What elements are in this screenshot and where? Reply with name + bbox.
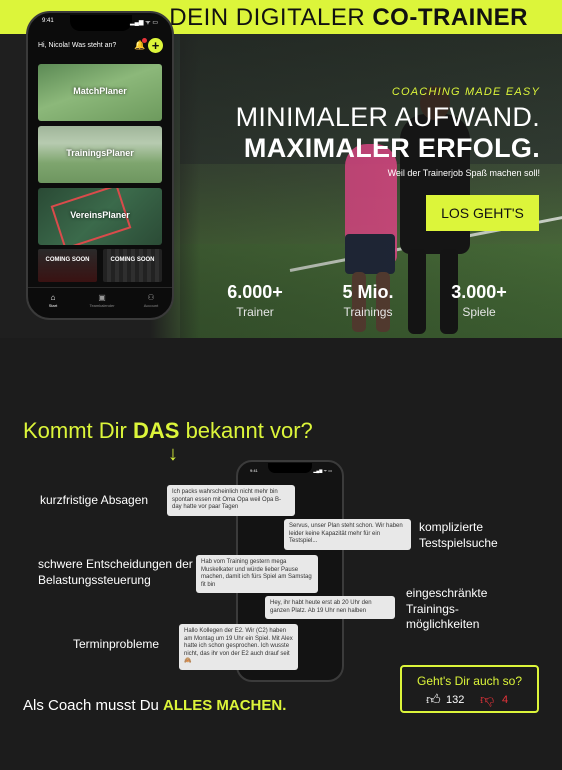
coming-soon-tile: COMING SOON bbox=[103, 249, 162, 282]
coming-soon-label: COMING SOON bbox=[45, 257, 90, 263]
stat-value: 5 Mio. bbox=[342, 282, 394, 302]
stat-trainer: 6.000+ Trainer bbox=[205, 282, 305, 319]
tab-teamkalender[interactable]: ▣ Teamkalender bbox=[82, 293, 122, 308]
tab-label: Start bbox=[48, 303, 58, 308]
pain-point-label: Terminprobleme bbox=[73, 637, 160, 651]
tab-label: Teamkalender bbox=[89, 303, 115, 308]
calendar-icon: ▣ bbox=[98, 293, 106, 302]
card-trainingsplaner[interactable]: TrainingsPlaner bbox=[38, 126, 162, 183]
stat-spiele: 3.000+ Spiele bbox=[429, 282, 529, 319]
coach-statement: Als Coach musst Du ALLES MACHEN. bbox=[23, 697, 286, 714]
question-post: bekannt vor? bbox=[179, 418, 313, 443]
phone-status-icons: ▂▄▆ ᯤ ▭ bbox=[130, 20, 158, 26]
tab-start[interactable]: ⌂ Start bbox=[33, 293, 73, 308]
reaction-poll: Geht's Dir auch so? 👍︎ 132 👎︎ 4 bbox=[400, 665, 539, 713]
coach-bold: ALLES MACHEN. bbox=[163, 697, 287, 714]
pain-point-label: schwere Entscheidungen der Belastungsste… bbox=[38, 557, 193, 587]
card-label: MatchPlaner bbox=[73, 86, 127, 96]
stat-trainings: 5 Mio. Trainings bbox=[318, 282, 418, 319]
pain-point-label: komplizierte Testspielsuche bbox=[419, 520, 498, 550]
hero-headline-bold: MAXIMALER ERFOLG. bbox=[243, 133, 540, 163]
stat-value: 3.000+ bbox=[451, 282, 507, 302]
stat-label: Trainer bbox=[236, 305, 274, 319]
tab-account[interactable]: ⚇ Account bbox=[131, 293, 171, 308]
hero-subline: Weil der Trainerjob Spaß machen soll! bbox=[387, 168, 540, 178]
add-button[interactable]: + bbox=[148, 38, 163, 53]
thumbs-up-count: 132 bbox=[446, 694, 465, 706]
phone-time: 9:41 bbox=[250, 468, 258, 473]
pain-point-label: eingeschränkte Trainings-möglichkeiten bbox=[406, 586, 488, 632]
chat-bubble: Hey, ihr habt heute erst ab 20 Uhr den g… bbox=[265, 596, 395, 619]
chat-bubble: Hab vom Training gestern mega Muskelkate… bbox=[196, 555, 318, 593]
coach-pre: Als Coach musst Du bbox=[23, 697, 164, 714]
pain-point-label: kurzfristige Absagen bbox=[40, 493, 149, 507]
thumbs-up-icon[interactable]: 👍︎ bbox=[426, 691, 441, 708]
section-question: Kommt Dir DAS bekannt vor? bbox=[23, 418, 313, 444]
tab-bar: ⌂ Start ▣ Teamkalender ⚇ Account bbox=[28, 287, 172, 318]
question-pre: Kommt Dir bbox=[23, 418, 133, 443]
chat-bubble: Servus, unser Plan steht schon. Wir habe… bbox=[284, 519, 411, 550]
stat-label: Spiele bbox=[462, 305, 496, 319]
brand-title: DEIN DIGITALER CO-TRAINER bbox=[169, 4, 528, 32]
hero-headline-light: MINIMALER AUFWAND. bbox=[235, 102, 540, 132]
hero-tagline: COACHING MADE EASY bbox=[391, 86, 540, 98]
phone-status-icons: ▂▄▆ ᯤ ▭ bbox=[313, 468, 332, 473]
thumbs-down-count: 4 bbox=[502, 694, 509, 706]
brand-bold: CO-TRAINER bbox=[372, 4, 528, 31]
user-icon: ⚇ bbox=[147, 293, 155, 302]
coming-soon-tile: COMING SOON bbox=[38, 249, 97, 282]
phone-notch bbox=[70, 15, 132, 31]
card-matchplaner[interactable]: MatchPlaner bbox=[38, 64, 162, 121]
stat-label: Trainings bbox=[343, 305, 393, 319]
coming-soon-label: COMING SOON bbox=[110, 257, 155, 263]
notification-dot bbox=[142, 38, 147, 43]
card-label: TrainingsPlaner bbox=[66, 148, 134, 158]
cta-button[interactable]: LOS GEHT'S bbox=[426, 195, 539, 231]
brand-light: DEIN DIGITALER bbox=[169, 4, 373, 31]
poll-question: Geht's Dir auch so? bbox=[416, 674, 522, 688]
chat-bubble: Hallo Kollegen der E2. Wir (C2) haben am… bbox=[179, 624, 298, 670]
phone-time: 9:41 bbox=[42, 18, 54, 24]
chat-bubble: Ich packs wahrscheinlich nicht mehr bin … bbox=[167, 485, 295, 516]
stat-value: 6.000+ bbox=[227, 282, 283, 302]
arrow-down-icon: ↓ bbox=[168, 443, 178, 465]
app-phone-mockup: 9:41 ▂▄▆ ᯤ ▭ Hi, Nicola! Was steht an? 🔔… bbox=[26, 11, 174, 320]
thumbs-down-icon[interactable]: 👎︎ bbox=[480, 691, 494, 708]
home-icon: ⌂ bbox=[50, 293, 56, 302]
card-label: VereinsPlaner bbox=[70, 210, 130, 220]
phone-notch bbox=[268, 463, 312, 473]
card-vereinsplaner[interactable]: VereinsPlaner bbox=[38, 188, 162, 245]
app-greeting: Hi, Nicola! Was steht an? bbox=[38, 42, 117, 49]
tab-label: Account bbox=[143, 303, 159, 308]
question-bold: DAS bbox=[133, 418, 180, 443]
